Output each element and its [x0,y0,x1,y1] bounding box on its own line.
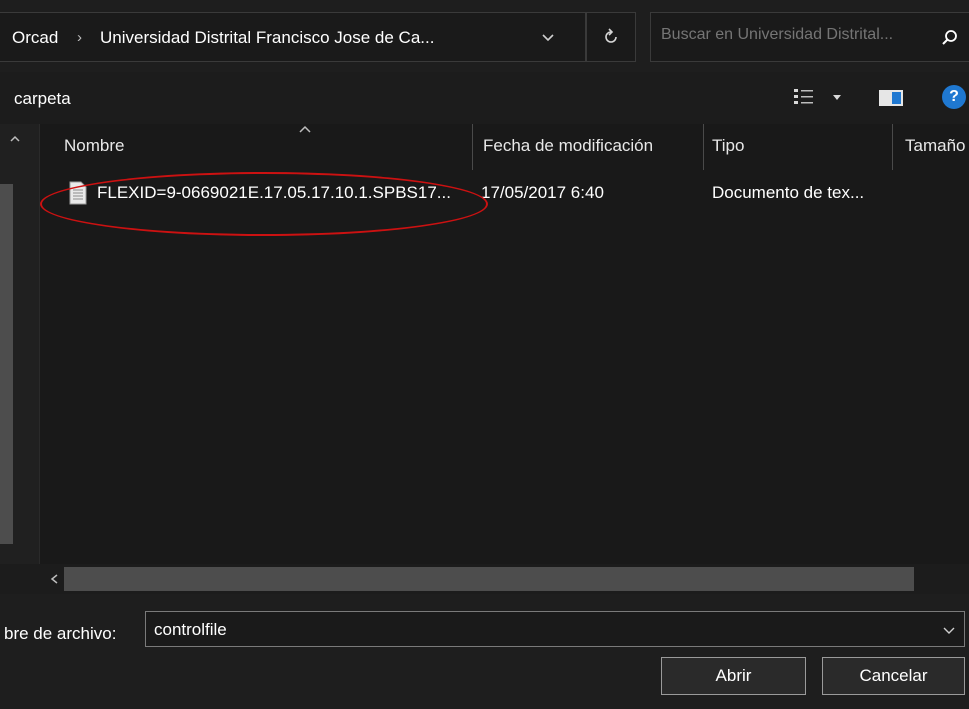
preview-pane-icon[interactable] [878,88,904,108]
file-name: FLEXID=9-0669021E.17.05.17.10.1.SPBS17..… [97,183,451,202]
open-button[interactable]: Abrir [661,657,806,695]
file-list: Nombre Fecha de modificación Tipo Tamaño… [0,124,969,594]
toolbar: carpeta ? [0,72,969,124]
breadcrumb-orcad[interactable]: Orcad [12,28,58,48]
search-icon[interactable] [941,29,959,47]
view-options-icon[interactable] [793,87,815,107]
address-bar[interactable]: Orcad › Universidad Distrital Francisco … [0,12,586,62]
refresh-button[interactable] [586,12,636,62]
file-type: Documento de tex... [712,183,865,202]
search-box[interactable] [650,12,969,62]
horizontal-scrollbar[interactable] [0,564,969,594]
dialog-footer: bre de archivo: controlfile Abrir Cancel… [0,594,969,709]
scroll-up-icon[interactable] [8,132,22,146]
help-button[interactable]: ? [942,85,966,109]
filename-combobox[interactable]: controlfile [145,611,965,647]
column-label-type: Tipo [712,136,745,155]
chevron-down-icon[interactable] [540,29,556,45]
column-label-name: Nombre [64,136,125,155]
horizontal-scrollbar-thumb[interactable] [64,567,914,591]
column-label-size: Tamaño [905,136,966,155]
scroll-left-icon[interactable] [48,572,60,586]
column-label-date: Fecha de modificación [483,136,654,155]
breadcrumb-universidad[interactable]: Universidad Distrital Francisco Jose de … [100,28,434,48]
sort-ascending-icon [299,125,311,133]
vertical-scrollbar[interactable] [0,124,40,594]
view-dropdown-icon[interactable] [830,90,844,104]
breadcrumb-separator[interactable]: › [77,29,82,46]
column-header-date[interactable]: Fecha de modificación [473,124,703,170]
address-row: Orcad › Universidad Distrital Francisco … [0,0,969,72]
chevron-down-icon[interactable] [942,623,956,637]
filename-value[interactable]: controlfile [154,620,227,640]
new-folder-button[interactable]: carpeta [14,89,71,109]
vertical-scrollbar-thumb[interactable] [0,184,13,544]
file-date: 17/05/2017 6:40 [481,183,604,202]
cancel-button[interactable]: Cancelar [822,657,965,695]
text-document-icon [69,181,87,205]
column-header-name[interactable]: Nombre [44,124,472,170]
refresh-icon [605,28,617,43]
file-row[interactable]: FLEXID=9-0669021E.17.05.17.10.1.SPBS17..… [44,174,969,214]
column-header-size[interactable]: Tamaño [893,124,969,170]
search-input[interactable] [661,26,931,44]
file-open-dialog: Orcad › Universidad Distrital Francisco … [0,0,969,709]
filename-label: bre de archivo: [4,624,117,643]
column-header-type[interactable]: Tipo [704,124,892,170]
